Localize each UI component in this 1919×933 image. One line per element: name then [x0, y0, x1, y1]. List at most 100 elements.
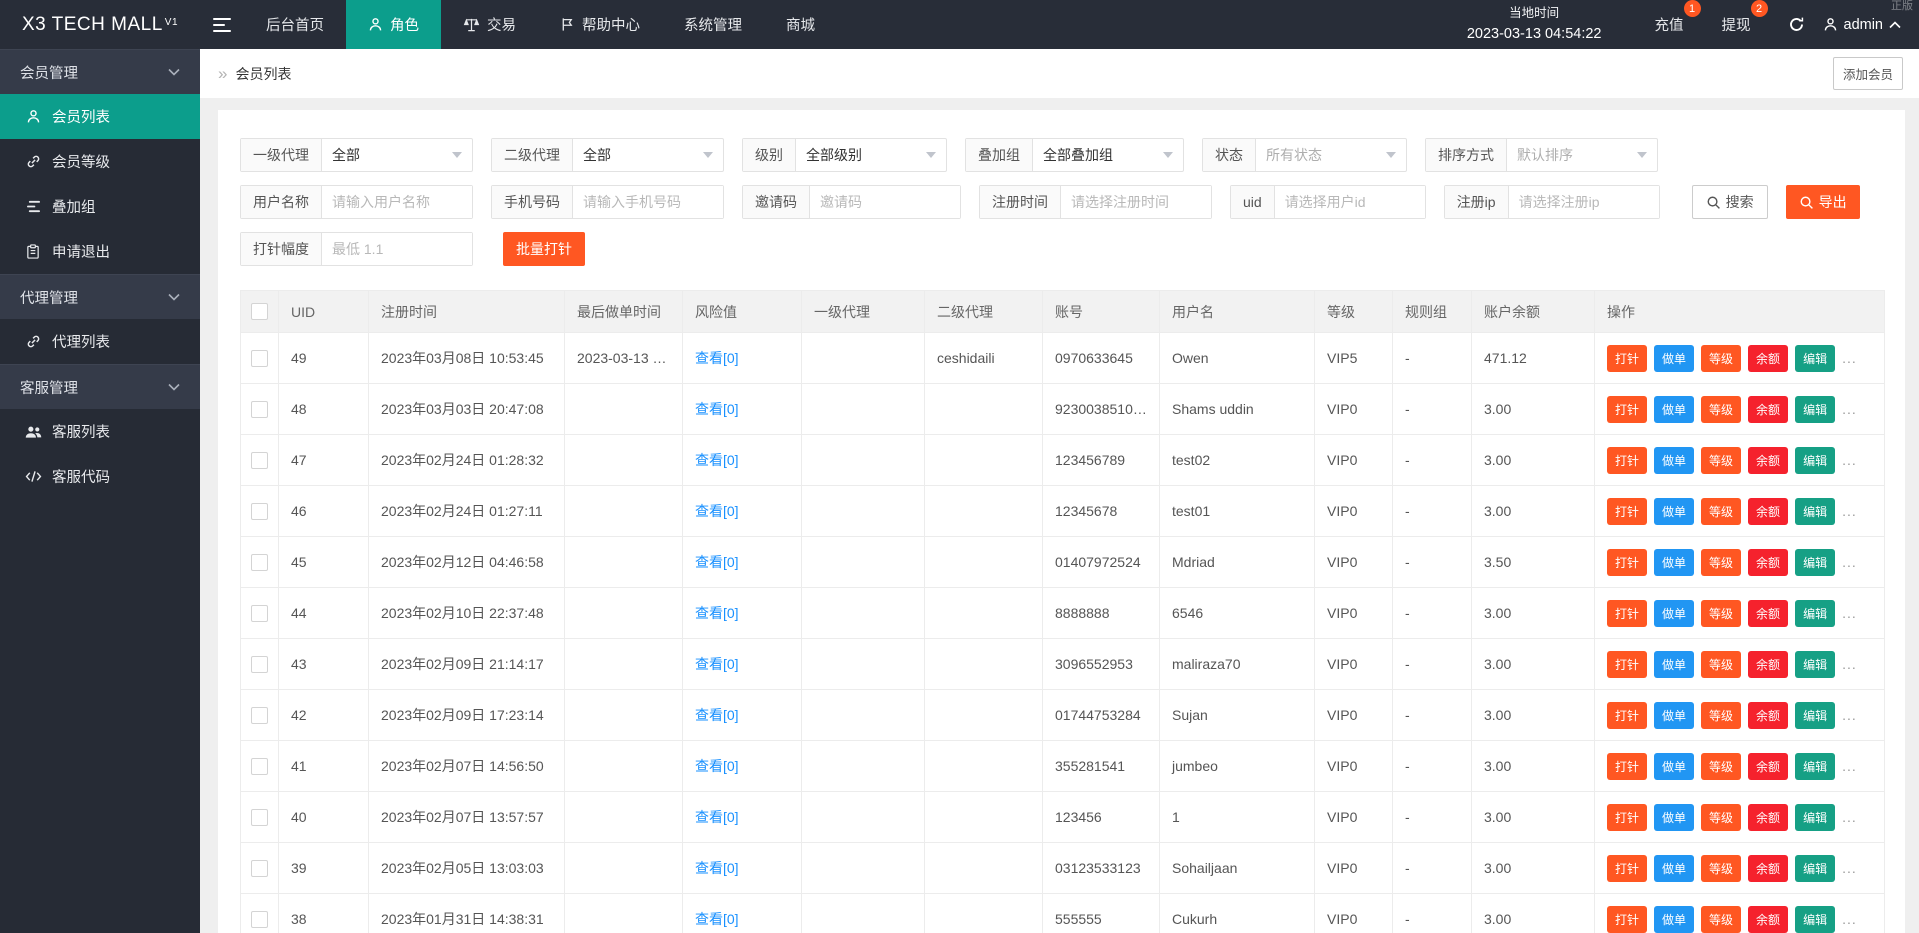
nav-item-role[interactable]: 角色	[346, 0, 441, 49]
more-actions-button[interactable]: ...	[1842, 656, 1857, 672]
more-actions-button[interactable]: ...	[1842, 350, 1857, 366]
risk-view-link[interactable]: 查看[0]	[695, 503, 739, 519]
more-actions-button[interactable]: ...	[1842, 911, 1857, 927]
more-actions-button[interactable]: ...	[1842, 707, 1857, 723]
row-checkbox[interactable]	[251, 859, 268, 877]
action-order-button[interactable]: 做单	[1654, 344, 1695, 372]
nav-item-mall[interactable]: 商城	[764, 0, 837, 49]
nav-item-trade[interactable]: 交易	[441, 0, 538, 49]
filter-select-status[interactable]: 所有状态	[1256, 139, 1406, 171]
risk-view-link[interactable]: 查看[0]	[695, 401, 739, 417]
action-level-button[interactable]: 等级	[1701, 599, 1742, 627]
action-level-button[interactable]: 等级	[1701, 548, 1742, 576]
nav-item-home[interactable]: 后台首页	[244, 0, 346, 49]
more-actions-button[interactable]: ...	[1842, 401, 1857, 417]
action-inject-button[interactable]: 打针	[1607, 854, 1648, 882]
sidebar-item-apply-exit[interactable]: 申请退出	[0, 229, 200, 274]
action-order-button[interactable]: 做单	[1654, 701, 1695, 729]
action-balance-button[interactable]: 余额	[1748, 650, 1789, 678]
action-inject-button[interactable]: 打针	[1607, 446, 1648, 474]
action-inject-button[interactable]: 打针	[1607, 599, 1648, 627]
action-edit-button[interactable]: 编辑	[1795, 548, 1836, 576]
inject-range-input[interactable]	[322, 233, 472, 265]
sidebar-group-member-mgmt[interactable]: 会员管理	[0, 49, 200, 94]
nav-item-system[interactable]: 系统管理	[662, 0, 764, 49]
batch-inject-button[interactable]: 批量打针	[503, 232, 585, 266]
risk-view-link[interactable]: 查看[0]	[695, 860, 739, 876]
filter-select-level[interactable]: 全部级别	[796, 139, 946, 171]
action-order-button[interactable]: 做单	[1654, 395, 1695, 423]
sidebar-item-member-list[interactable]: 会员列表	[0, 94, 200, 139]
action-level-button[interactable]: 等级	[1701, 446, 1742, 474]
action-edit-button[interactable]: 编辑	[1795, 599, 1836, 627]
risk-view-link[interactable]: 查看[0]	[695, 452, 739, 468]
row-checkbox[interactable]	[251, 910, 268, 928]
action-balance-button[interactable]: 余额	[1748, 854, 1789, 882]
action-order-button[interactable]: 做单	[1654, 548, 1695, 576]
action-balance-button[interactable]: 余额	[1748, 497, 1789, 525]
add-member-button[interactable]: 添加会员	[1832, 57, 1903, 90]
more-actions-button[interactable]: ...	[1842, 503, 1857, 519]
search-button[interactable]: 搜索	[1691, 185, 1768, 219]
filter-select-stack-group[interactable]: 全部叠加组	[1033, 139, 1183, 171]
refresh-icon[interactable]	[1788, 16, 1805, 33]
row-checkbox[interactable]	[251, 655, 268, 673]
more-actions-button[interactable]: ...	[1842, 554, 1857, 570]
risk-view-link[interactable]: 查看[0]	[695, 554, 739, 570]
nav-item-help-center[interactable]: 帮助中心	[538, 0, 662, 49]
more-actions-button[interactable]: ...	[1842, 605, 1857, 621]
action-order-button[interactable]: 做单	[1654, 497, 1695, 525]
action-level-button[interactable]: 等级	[1701, 497, 1742, 525]
action-level-button[interactable]: 等级	[1701, 905, 1742, 933]
sidebar-item-stack-group[interactable]: 叠加组	[0, 184, 200, 229]
row-checkbox[interactable]	[251, 400, 268, 418]
row-checkbox[interactable]	[251, 502, 268, 520]
filter-input-username[interactable]	[322, 186, 472, 218]
menu-toggle-icon[interactable]	[200, 0, 244, 49]
action-balance-button[interactable]: 余额	[1748, 344, 1789, 372]
action-edit-button[interactable]: 编辑	[1795, 344, 1836, 372]
action-balance-button[interactable]: 余额	[1748, 446, 1789, 474]
action-edit-button[interactable]: 编辑	[1795, 395, 1836, 423]
sidebar-group-agent-mgmt[interactable]: 代理管理	[0, 274, 200, 319]
action-edit-button[interactable]: 编辑	[1795, 701, 1836, 729]
action-order-button[interactable]: 做单	[1654, 446, 1695, 474]
filter-input-invite-code[interactable]	[810, 186, 960, 218]
admin-menu[interactable]: admin	[1823, 17, 1902, 33]
action-balance-button[interactable]: 余额	[1748, 395, 1789, 423]
action-order-button[interactable]: 做单	[1654, 854, 1695, 882]
action-level-button[interactable]: 等级	[1701, 650, 1742, 678]
risk-view-link[interactable]: 查看[0]	[695, 656, 739, 672]
row-checkbox[interactable]	[251, 706, 268, 724]
action-edit-button[interactable]: 编辑	[1795, 803, 1836, 831]
row-checkbox[interactable]	[251, 553, 268, 571]
action-order-button[interactable]: 做单	[1654, 599, 1695, 627]
filter-input-phone[interactable]	[573, 186, 723, 218]
action-edit-button[interactable]: 编辑	[1795, 854, 1836, 882]
action-balance-button[interactable]: 余额	[1748, 752, 1789, 780]
action-balance-button[interactable]: 余额	[1748, 803, 1789, 831]
row-checkbox[interactable]	[251, 604, 268, 622]
sidebar-item-service-list[interactable]: 客服列表	[0, 409, 200, 454]
action-inject-button[interactable]: 打针	[1607, 344, 1648, 372]
action-inject-button[interactable]: 打针	[1607, 650, 1648, 678]
risk-view-link[interactable]: 查看[0]	[695, 350, 739, 366]
more-actions-button[interactable]: ...	[1842, 860, 1857, 876]
more-actions-button[interactable]: ...	[1842, 452, 1857, 468]
action-level-button[interactable]: 等级	[1701, 701, 1742, 729]
filter-input-uid[interactable]	[1274, 186, 1425, 218]
action-order-button[interactable]: 做单	[1654, 650, 1695, 678]
action-inject-button[interactable]: 打针	[1607, 548, 1648, 576]
export-button[interactable]: 导出	[1785, 185, 1860, 219]
withdraw-button[interactable]: 提现 2	[1709, 0, 1768, 35]
row-checkbox[interactable]	[251, 349, 268, 367]
action-inject-button[interactable]: 打针	[1607, 497, 1648, 525]
filter-input-reg-time[interactable]	[1061, 186, 1211, 218]
filter-select-sort[interactable]: 默认排序	[1507, 139, 1657, 171]
action-inject-button[interactable]: 打针	[1607, 701, 1648, 729]
sidebar-item-service-code[interactable]: 客服代码	[0, 454, 200, 499]
action-balance-button[interactable]: 余额	[1748, 701, 1789, 729]
more-actions-button[interactable]: ...	[1842, 809, 1857, 825]
action-level-button[interactable]: 等级	[1701, 854, 1742, 882]
filter-select-agent1[interactable]: 全部	[322, 139, 472, 171]
